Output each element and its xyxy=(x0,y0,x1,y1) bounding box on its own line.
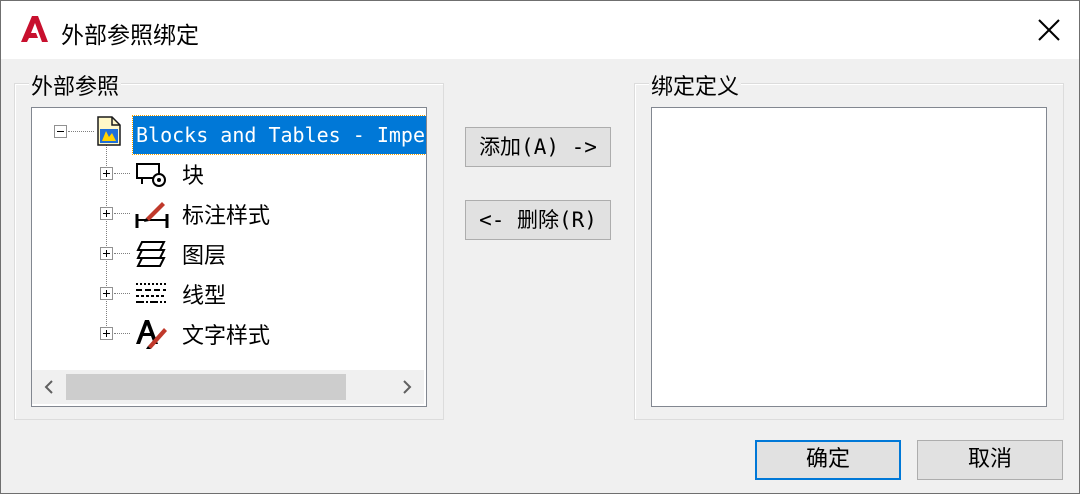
expand-toggle[interactable] xyxy=(100,247,113,260)
tree-item-label: 线型 xyxy=(182,284,227,309)
tree-item-dimension-style[interactable]: 标注样式 xyxy=(32,196,426,230)
expand-toggle[interactable] xyxy=(100,327,113,340)
xref-group-legend: 外部参照 xyxy=(29,69,122,101)
bind-definitions-list[interactable] xyxy=(651,107,1047,407)
tree-root-node[interactable]: Blocks and Tables - Impe xyxy=(32,112,426,155)
title-bar[interactable]: 外部参照绑定 xyxy=(1,1,1079,59)
tree-line xyxy=(114,333,130,334)
tree-line xyxy=(114,293,130,294)
remove-button[interactable]: <- 删除(R) xyxy=(465,200,611,240)
scroll-left-button[interactable] xyxy=(32,370,66,404)
linetype-icon xyxy=(136,283,166,303)
expand-toggle[interactable] xyxy=(100,167,113,180)
close-icon xyxy=(1038,19,1060,41)
tree-line xyxy=(114,173,130,174)
xref-tree[interactable]: Blocks and Tables - Impe 块 标注样式 图层 线型 文字… xyxy=(31,107,427,407)
ok-button[interactable]: 确定 xyxy=(755,440,901,480)
tree-item-label: 标注样式 xyxy=(182,204,271,229)
chevron-right-icon xyxy=(403,380,412,394)
text-style-icon xyxy=(136,320,167,349)
scroll-thumb[interactable] xyxy=(66,374,346,400)
window-title: 外部参照绑定 xyxy=(61,23,199,49)
layers-icon xyxy=(136,241,166,267)
expand-toggle[interactable] xyxy=(100,207,113,220)
expand-toggle[interactable] xyxy=(100,287,113,300)
tree-item-linetype[interactable]: 线型 xyxy=(32,276,426,310)
tree-item-text-style[interactable]: 文字样式 xyxy=(32,316,426,350)
close-button[interactable] xyxy=(1017,1,1079,59)
autocad-a-icon xyxy=(21,16,48,42)
tree-item-label: 图层 xyxy=(182,244,227,269)
drawing-file-icon xyxy=(97,116,121,146)
tree-line xyxy=(114,253,130,254)
tree-item-layers[interactable]: 图层 xyxy=(32,236,426,270)
scroll-right-button[interactable] xyxy=(390,370,424,404)
xref-bind-dialog: 外部参照绑定 外部参照 Blocks and Tables - Impe 块 标… xyxy=(0,0,1080,494)
bind-group-legend: 绑定定义 xyxy=(649,69,742,101)
tree-root-label[interactable]: Blocks and Tables - Impe xyxy=(132,115,426,155)
tree-line xyxy=(114,213,130,214)
tree-item-label: 块 xyxy=(182,164,205,189)
dimension-style-icon xyxy=(135,202,169,228)
tree-item-block[interactable]: 块 xyxy=(32,156,426,190)
collapse-toggle[interactable] xyxy=(54,125,67,138)
block-icon xyxy=(136,163,166,187)
chevron-left-icon xyxy=(44,380,53,394)
horizontal-scrollbar[interactable] xyxy=(32,370,424,404)
add-button[interactable]: 添加(A) -> xyxy=(465,127,611,167)
cancel-button[interactable]: 取消 xyxy=(917,440,1063,480)
tree-item-label: 文字样式 xyxy=(182,324,271,349)
